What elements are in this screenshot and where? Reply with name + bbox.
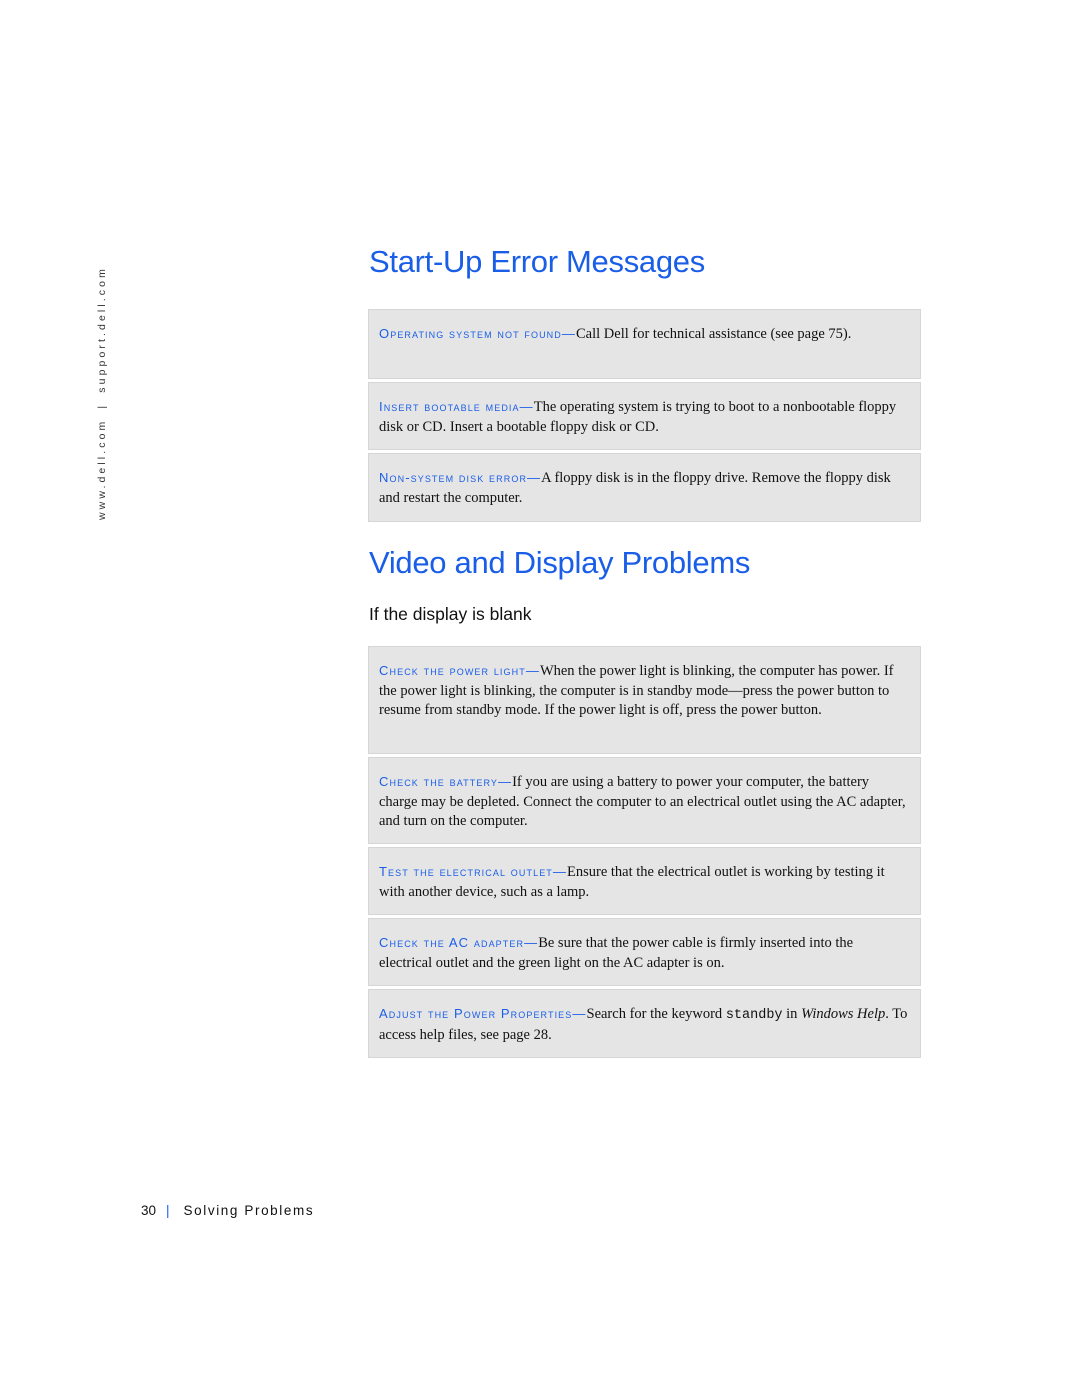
note-term: Insert bootable media— (379, 399, 534, 414)
note-box: Test the electrical outlet—Ensure that t… (368, 847, 921, 915)
display-blank-list: Check the power light—When the power lig… (368, 646, 921, 1061)
note-box: Operating system not found—Call Dell for… (368, 309, 921, 379)
note-term: Check the battery— (379, 774, 513, 789)
note-term: Adjust the Power Properties— (379, 1006, 587, 1021)
note-term: Check the power light— (379, 663, 540, 678)
page-footer: 30 | Solving Problems (141, 1203, 314, 1218)
note-text: Call Dell for technical assistance (see … (576, 326, 852, 342)
sidebar-url: www.dell.com | support.dell.com (96, 266, 108, 520)
note-box: Check the power light—When the power lig… (368, 646, 921, 754)
startup-error-list: Operating system not found—Call Dell for… (368, 309, 921, 525)
note-term: Test the electrical outlet— (379, 864, 567, 879)
url-dell: www.dell.com (96, 418, 108, 520)
note-term: Operating system not found— (379, 326, 576, 341)
note-term: Check the AC adapter— (379, 935, 539, 950)
note-term: Non-system disk error— (379, 470, 542, 485)
note-box: Non-system disk error—A floppy disk is i… (368, 453, 921, 522)
note-box: Check the battery—If you are using a bat… (368, 757, 921, 844)
windows-help-ref: Windows Help (801, 1006, 886, 1022)
url-separator: | (96, 402, 108, 409)
subsection-title: If the display is blank (369, 604, 532, 624)
url-support: support.dell.com (96, 266, 108, 393)
note-box: Insert bootable media—The operating syst… (368, 382, 921, 450)
note-text-before: Search for the keyword (586, 1006, 726, 1022)
chapter-title: Solving Problems (183, 1203, 315, 1218)
note-box: Check the AC adapter—Be sure that the po… (368, 918, 921, 986)
note-box: Adjust the Power Properties—Search for t… (368, 989, 921, 1058)
section-title-video: Video and Display Problems (369, 545, 751, 580)
footer-separator: | (166, 1203, 170, 1218)
note-text-middle: in (782, 1006, 802, 1022)
keyword: standby (725, 1008, 783, 1023)
section-title-startup: Start-Up Error Messages (369, 244, 705, 279)
page-number: 30 (141, 1203, 157, 1218)
